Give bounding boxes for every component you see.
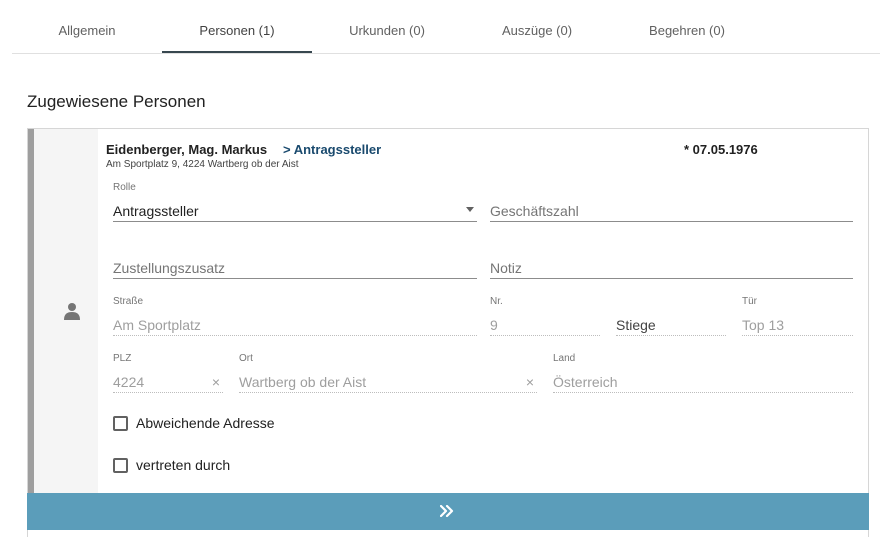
tuer-input[interactable]: Tür Top 13 xyxy=(742,296,853,336)
chevron-down-icon xyxy=(466,207,474,212)
ort-clear-icon[interactable]: × xyxy=(526,374,534,390)
ort-input[interactable]: Ort Wartberg ob der Aist × xyxy=(239,353,537,393)
checkbox-box[interactable] xyxy=(113,415,128,431)
strasse-value: Am Sportplatz xyxy=(113,317,201,333)
tab-auszuege[interactable]: Auszüge (0) xyxy=(462,0,612,53)
plz-input[interactable]: PLZ 4224 × xyxy=(113,353,223,393)
person-address: Am Sportplatz 9, 4224 Wartberg ob der Ai… xyxy=(106,159,299,170)
zustellungszusatz-input[interactable]: Zustellungszusatz xyxy=(113,249,477,279)
abweichende-adresse-label: Abweichende Adresse xyxy=(136,415,275,431)
tuer-label: Tür xyxy=(742,296,757,307)
strasse-input[interactable]: Straße Am Sportplatz xyxy=(113,296,477,336)
strasse-label: Straße xyxy=(113,296,144,307)
card-side-panel xyxy=(34,129,98,493)
plz-value: 4224 xyxy=(113,374,145,390)
tab-allgemein[interactable]: Allgemein xyxy=(12,0,162,53)
tab-personen[interactable]: Personen (1) xyxy=(162,0,312,53)
nr-label: Nr. xyxy=(490,296,503,307)
person-birth-date: * 07.05.1976 xyxy=(684,142,758,157)
vertreten-durch-checkbox[interactable]: vertreten durch xyxy=(113,456,230,474)
person-icon xyxy=(64,303,80,320)
land-input[interactable]: Land Österreich xyxy=(553,353,853,393)
tab-urkunden[interactable]: Urkunden (0) xyxy=(312,0,462,53)
notiz-input[interactable]: Notiz xyxy=(490,249,853,279)
rolle-label: Rolle xyxy=(113,182,136,193)
expand-button[interactable] xyxy=(27,493,869,530)
land-label: Land xyxy=(553,353,576,364)
rolle-select[interactable]: Rolle Antragssteller xyxy=(113,182,477,222)
geschaeftszahl-input[interactable]: Geschäftszahl xyxy=(490,182,853,222)
person-name: Eidenberger, Mag. Markus xyxy=(106,142,268,157)
nr-input[interactable]: Nr. 9 xyxy=(490,296,600,336)
person-role-link[interactable]: > Antragssteller xyxy=(283,142,381,157)
plz-label: PLZ xyxy=(113,353,132,364)
tab-bar: Allgemein Personen (1) Urkunden (0) Ausz… xyxy=(12,0,880,54)
ort-label: Ort xyxy=(239,353,253,364)
abweichende-adresse-checkbox[interactable]: Abweichende Adresse xyxy=(113,414,275,432)
ort-value: Wartberg ob der Aist xyxy=(239,374,367,390)
plz-clear-icon[interactable]: × xyxy=(212,374,220,390)
notiz-placeholder: Notiz xyxy=(490,260,522,276)
tuer-value: Top 13 xyxy=(742,317,785,333)
checkbox-box[interactable] xyxy=(113,457,128,473)
vertreten-durch-label: vertreten durch xyxy=(136,457,231,473)
geschaeftszahl-placeholder: Geschäftszahl xyxy=(490,203,579,219)
tab-begehren[interactable]: Begehren (0) xyxy=(612,0,762,53)
rolle-value: Antragssteller xyxy=(113,203,199,219)
land-value: Österreich xyxy=(553,374,618,390)
double-chevron-right-icon xyxy=(440,505,454,517)
stiege-input[interactable]: Stiege xyxy=(616,296,726,336)
section-title: Zugewiesene Personen xyxy=(27,92,206,111)
stiege-placeholder: Stiege xyxy=(616,317,656,333)
nr-value: 9 xyxy=(490,317,498,333)
zustellungszusatz-placeholder: Zustellungszusatz xyxy=(113,260,226,276)
person-card: Eidenberger, Mag. Markus > Antragsstelle… xyxy=(27,128,869,537)
